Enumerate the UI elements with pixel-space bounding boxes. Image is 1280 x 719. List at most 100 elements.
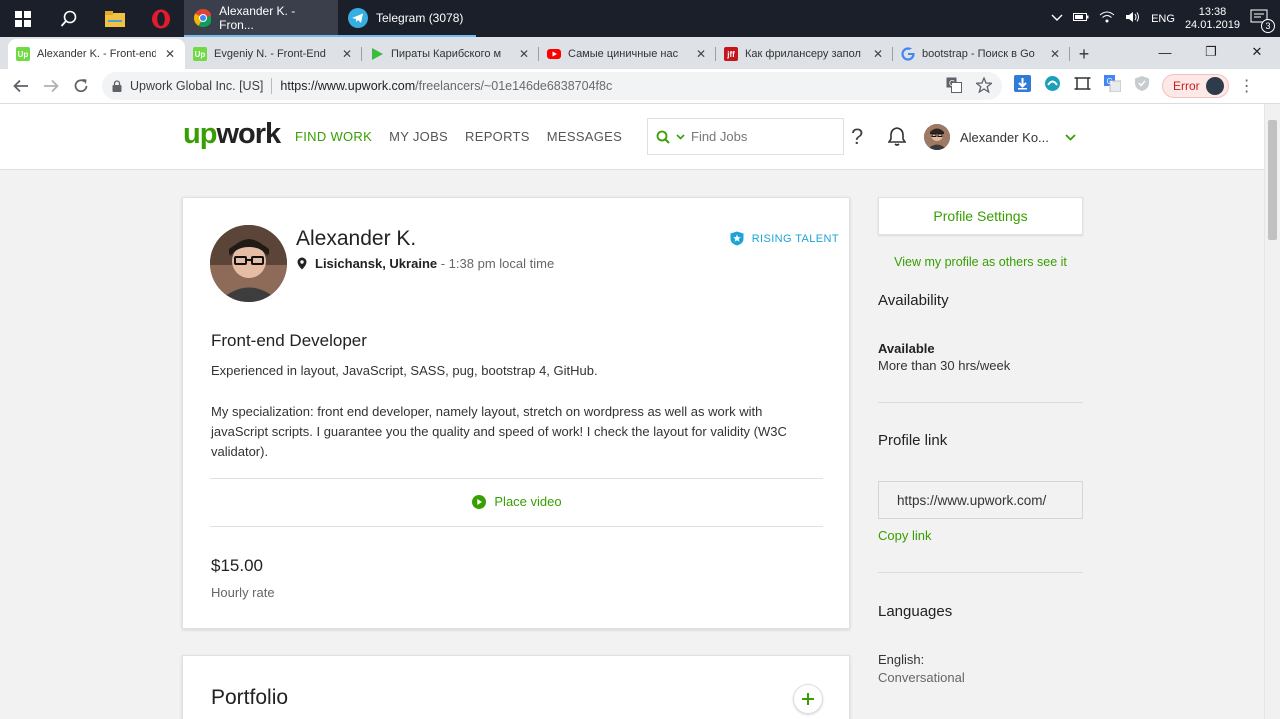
clock-date: 24.01.2019 xyxy=(1184,18,1240,31)
star-bookmark-icon[interactable] xyxy=(974,75,994,96)
nav-my-jobs[interactable]: MY JOBS xyxy=(389,129,448,144)
local-time: - 1:38 pm local time xyxy=(437,256,555,271)
extensions-area: G xyxy=(1014,75,1150,97)
tab-title: Как фрилансеру запол xyxy=(745,48,861,60)
forward-button[interactable] xyxy=(36,71,66,101)
youtube-favicon-icon xyxy=(547,47,561,61)
language-indicator[interactable]: ENG xyxy=(1151,13,1175,25)
close-tab-icon[interactable]: ✕ xyxy=(871,47,885,61)
restore-icon[interactable]: ❐ xyxy=(1188,37,1234,67)
google-favicon-icon xyxy=(901,47,915,61)
profile-location: Lisichansk, Ukraine - 1:38 pm local time xyxy=(297,256,554,271)
battery-icon[interactable] xyxy=(1073,12,1089,25)
close-window-icon[interactable]: ✕ xyxy=(1234,37,1280,67)
tab-title: bootstrap - Поиск в Go xyxy=(922,48,1035,60)
url-host: https://www.upwork.com xyxy=(280,79,416,93)
more-menu-icon[interactable]: ⋮ xyxy=(1239,76,1255,96)
reload-icon xyxy=(74,79,88,93)
profile-title: Front-end Developer xyxy=(211,331,367,350)
url-text: https://www.upwork.com/freelancers/~01e1… xyxy=(280,79,612,93)
screenshot-extension-icon[interactable] xyxy=(1074,75,1091,97)
chrome-icon xyxy=(194,8,212,27)
availability-status: Available xyxy=(878,341,935,356)
availability-hours: More than 30 hrs/week xyxy=(878,358,1011,373)
profile-link-heading: Profile link xyxy=(878,432,948,449)
rising-talent-badge[interactable]: RISING TALENT xyxy=(730,231,839,246)
telegram-icon xyxy=(348,7,368,28)
browser-tab[interactable]: Самые циничные нас ✕ xyxy=(539,39,716,69)
close-tab-icon[interactable]: ✕ xyxy=(1048,47,1062,61)
taskbar-app-chrome[interactable]: Alexander K. - Fron... xyxy=(184,0,338,37)
profile-link-field[interactable]: https://www.upwork.com/ xyxy=(878,481,1083,519)
wifi-icon[interactable] xyxy=(1099,11,1115,26)
nav-reports[interactable]: REPORTS xyxy=(465,129,530,144)
wave-extension-icon[interactable] xyxy=(1044,75,1061,97)
scrollbar-thumb[interactable] xyxy=(1268,120,1277,240)
browser-tab[interactable]: Up Evgeniy N. - Front-End ✕ xyxy=(185,39,362,69)
download-extension-icon[interactable] xyxy=(1014,75,1031,97)
bell-icon[interactable] xyxy=(887,126,907,151)
address-divider xyxy=(271,78,273,94)
nav-find-work[interactable]: FIND WORK xyxy=(295,129,372,144)
browser-profile-avatar xyxy=(1205,77,1224,95)
arrow-right-icon xyxy=(44,79,59,93)
nav-messages[interactable]: MESSAGES xyxy=(547,129,622,144)
browser-tab[interactable]: Пираты Карибского м ✕ xyxy=(362,39,539,69)
page-scrollbar[interactable] xyxy=(1264,104,1280,719)
close-tab-icon[interactable]: ✕ xyxy=(694,47,708,61)
close-tab-icon[interactable]: ✕ xyxy=(517,47,531,61)
copy-link-button[interactable]: Copy link xyxy=(878,528,931,543)
availability-heading: Availability xyxy=(878,292,949,309)
url-path: /freelancers/~01e146de6838704f8c xyxy=(415,79,613,93)
back-button[interactable] xyxy=(6,71,36,101)
upwork-favicon-icon: Up xyxy=(193,47,207,61)
user-menu[interactable]: Alexander Ko... xyxy=(924,124,1076,150)
play-circle-icon xyxy=(472,494,487,509)
jff-favicon-icon: jff xyxy=(724,47,738,61)
taskbar-app-telegram[interactable]: Telegram (3078) xyxy=(338,0,476,37)
error-label: Error xyxy=(1173,79,1200,93)
address-bar[interactable]: Upwork Global Inc. [US] https://www.upwo… xyxy=(102,72,1002,100)
upwork-logo[interactable]: upwork xyxy=(183,118,281,151)
file-explorer-icon[interactable] xyxy=(92,0,138,37)
minimize-icon[interactable]: — xyxy=(1142,37,1188,67)
google-translate-extension-icon[interactable]: G xyxy=(1104,75,1122,97)
profile-error-button[interactable]: Error xyxy=(1162,74,1229,98)
search-input[interactable]: Find Jobs xyxy=(647,118,844,155)
browser-tab[interactable]: Up Alexander K. - Front-end ✕ xyxy=(8,39,185,69)
translate-icon[interactable]: G xyxy=(946,77,962,96)
rising-talent-label: RISING TALENT xyxy=(751,232,839,245)
clock[interactable]: 13:38 24.01.2019 xyxy=(1185,6,1240,32)
hourly-rate-value: $15.00 xyxy=(211,556,263,575)
opera-icon[interactable] xyxy=(138,0,184,37)
close-tab-icon[interactable]: ✕ xyxy=(163,47,177,61)
close-tab-icon[interactable]: ✕ xyxy=(340,47,354,61)
divider xyxy=(878,572,1083,573)
windows-start-icon[interactable] xyxy=(0,0,46,37)
view-profile-as-others-link[interactable]: View my profile as others see it xyxy=(878,255,1083,269)
search-icon[interactable] xyxy=(46,0,92,37)
shield-extension-icon[interactable] xyxy=(1134,75,1150,97)
add-portfolio-button[interactable] xyxy=(793,684,823,714)
browser-tab-strip: Up Alexander K. - Front-end ✕ Up Evgeniy… xyxy=(0,37,1280,69)
main-nav: FIND WORK MY JOBS REPORTS MESSAGES xyxy=(295,129,622,144)
new-tab-button[interactable]: + xyxy=(1070,39,1098,69)
language-name: English: xyxy=(878,652,925,667)
user-name: Alexander Ko... xyxy=(960,129,1049,145)
site-owner-label: Upwork Global Inc. [US] xyxy=(130,79,264,93)
profile-settings-button[interactable]: Profile Settings xyxy=(878,197,1083,235)
place-video-button[interactable]: Place video xyxy=(183,494,851,509)
divider xyxy=(878,402,1083,403)
browser-tab[interactable]: jff Как фрилансеру запол ✕ xyxy=(716,39,893,69)
notification-count: 3 xyxy=(1261,18,1275,33)
avatar xyxy=(924,124,950,150)
browser-tab[interactable]: bootstrap - Поиск в Go ✕ xyxy=(893,39,1070,69)
page-viewport: upwork FIND WORK MY JOBS REPORTS MESSAGE… xyxy=(0,104,1280,719)
system-tray: ENG 13:38 24.01.2019 3 xyxy=(1051,0,1280,37)
reload-button[interactable] xyxy=(66,71,96,101)
help-icon[interactable]: ? xyxy=(851,124,863,150)
chevron-up-icon[interactable] xyxy=(1051,13,1063,25)
action-center-icon[interactable]: 3 xyxy=(1250,9,1275,33)
chevron-down-icon[interactable] xyxy=(676,133,685,140)
volume-icon[interactable] xyxy=(1125,11,1141,26)
